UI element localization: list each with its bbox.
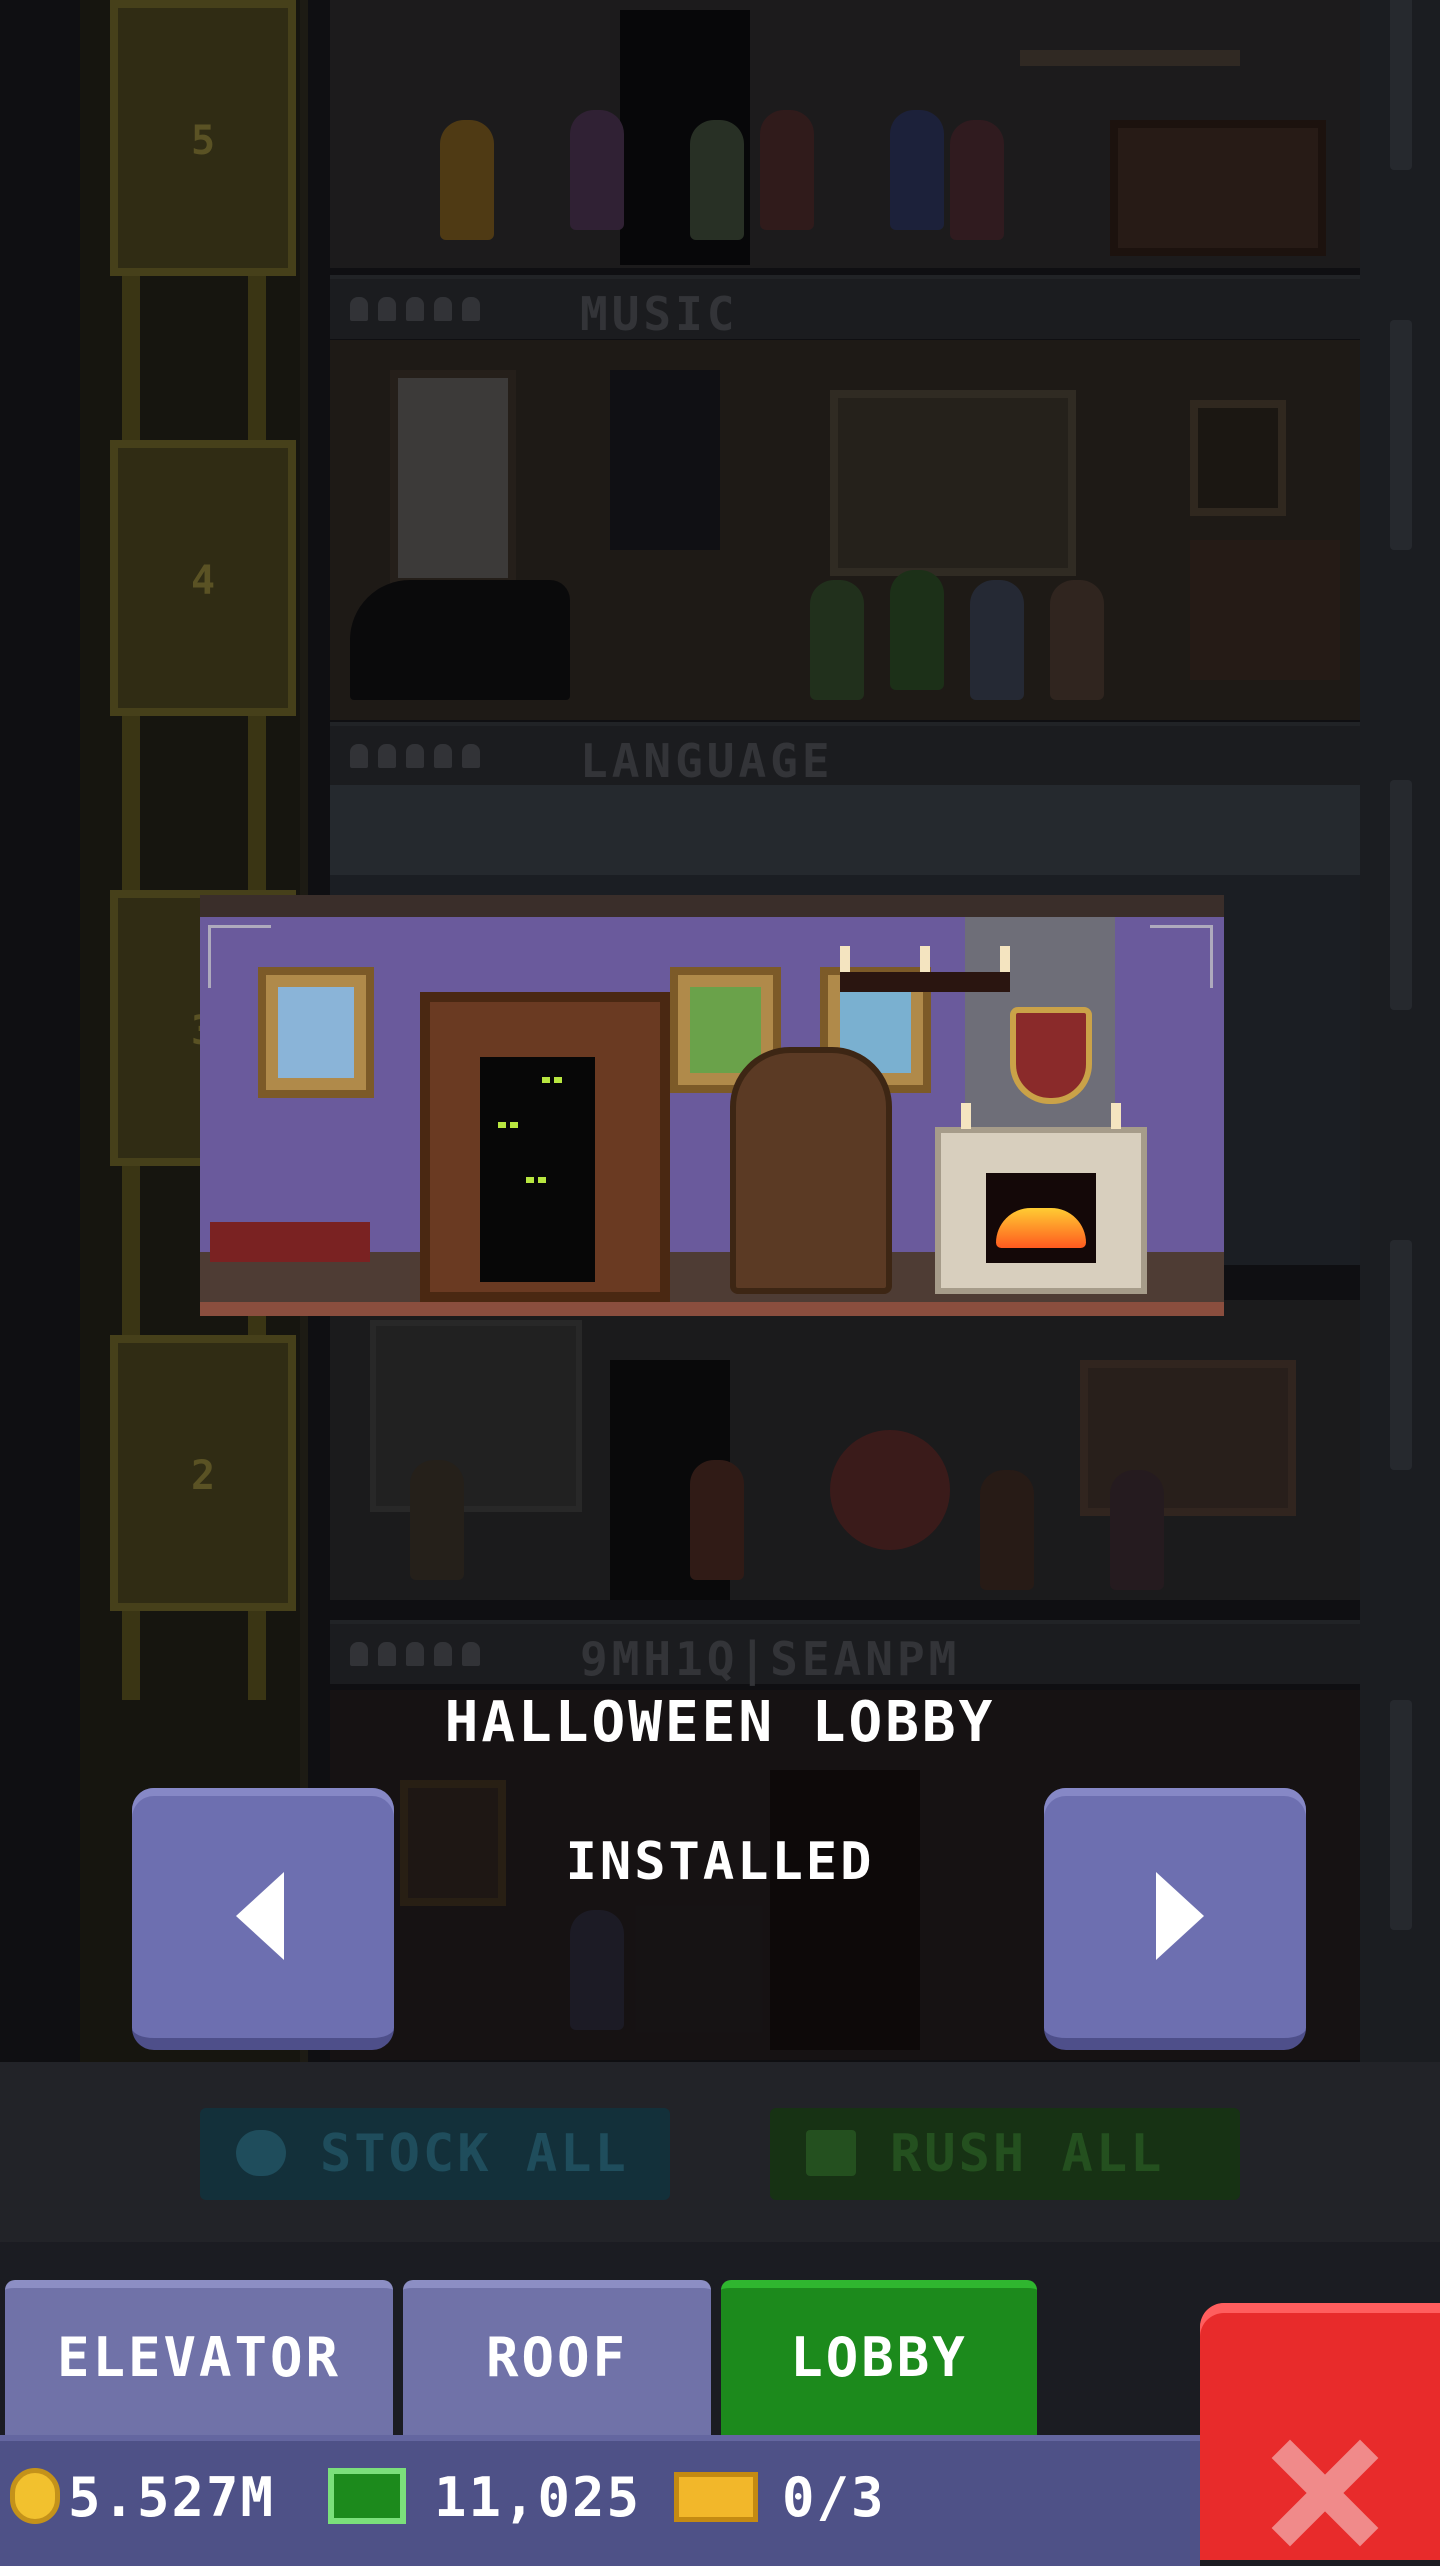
shelf xyxy=(370,1320,582,1512)
shelf xyxy=(1020,50,1240,66)
tab-label: ROOF xyxy=(485,2326,629,2389)
tv xyxy=(1110,120,1326,256)
lobby-preview xyxy=(200,895,1224,1316)
tab-roof[interactable]: ROOF xyxy=(403,2280,711,2435)
fireplace xyxy=(935,1103,1147,1294)
elevator-floor-marker: 4 xyxy=(110,440,296,716)
stock-all-button: STOCK ALL xyxy=(200,2108,670,2200)
previous-skin-button[interactable] xyxy=(132,1788,394,2050)
coins-amount: 5.527M xyxy=(68,2466,276,2529)
clock-icon xyxy=(236,2130,286,2176)
wall-slot xyxy=(1390,1240,1412,1470)
bitizen xyxy=(570,1910,624,2030)
window xyxy=(390,370,516,586)
bitizen xyxy=(570,110,624,230)
painting xyxy=(830,390,1076,576)
floor-name: 9MH1Q|SEANPM xyxy=(580,1632,961,1686)
wall-slot xyxy=(1390,0,1412,170)
occupancy-icon xyxy=(350,297,480,321)
floor-name: LANGUAGE xyxy=(580,734,834,788)
tickets-amount: 0/3 xyxy=(782,2466,886,2529)
elevator-floor-marker: 2 xyxy=(110,1335,296,1611)
arrow-left-icon xyxy=(236,1872,284,1960)
floor-label-bar: 9MH1Q|SEANPM xyxy=(330,1620,1360,1686)
bitizen xyxy=(1050,580,1104,700)
portrait-image xyxy=(278,987,354,1078)
elevator-floor-marker: 5 xyxy=(110,0,296,276)
glowing-eyes-icon xyxy=(542,1077,550,1083)
tab-lobby[interactable]: LOBBY xyxy=(721,2280,1037,2435)
bitizen xyxy=(890,110,944,230)
banner-strip xyxy=(330,785,1360,875)
candle-icon xyxy=(1000,946,1010,972)
glowing-eyes-icon xyxy=(498,1122,506,1128)
coffin xyxy=(730,1047,892,1294)
close-icon xyxy=(1271,2439,1379,2547)
candle-icon xyxy=(1111,1103,1121,1129)
glowing-eyes-icon xyxy=(526,1177,534,1183)
bux-amount: 11,025 xyxy=(434,2466,642,2529)
portrait-frame xyxy=(258,967,374,1098)
floor-room[interactable] xyxy=(330,1300,1360,1600)
tab-label: ELEVATOR xyxy=(56,2326,342,2389)
bux-icon xyxy=(806,2130,856,2176)
bitizen xyxy=(890,570,944,690)
cabinet xyxy=(1190,540,1340,680)
picture xyxy=(1190,400,1286,516)
glowing-eyes-icon xyxy=(538,1177,546,1183)
portrait-image xyxy=(690,987,761,1073)
side-table xyxy=(210,1222,370,1262)
floor-room[interactable] xyxy=(330,340,1360,720)
floor-room[interactable] xyxy=(330,0,1360,268)
bux-icon xyxy=(328,2468,406,2524)
decoration xyxy=(830,1430,950,1550)
shield-icon xyxy=(1010,1007,1092,1104)
floor-name: MUSIC xyxy=(580,287,739,341)
tab-label: LOBBY xyxy=(790,2326,968,2389)
occupancy-icon xyxy=(350,744,480,768)
bitizen xyxy=(760,110,814,230)
rush-all-button: RUSH ALL xyxy=(770,2108,1240,2200)
next-skin-button[interactable] xyxy=(1044,1788,1306,2050)
banner xyxy=(610,370,720,550)
tab-elevator[interactable]: ELEVATOR xyxy=(5,2280,393,2435)
arrow-right-icon xyxy=(1156,1872,1204,1960)
bitizen xyxy=(690,1460,744,1580)
golden-ticket-icon xyxy=(674,2472,758,2522)
currency-bar: 5.527M 11,025 0/3 xyxy=(0,2435,1200,2566)
room-doorway xyxy=(770,1770,920,2050)
cobweb-icon xyxy=(1150,925,1213,988)
bitizen xyxy=(690,120,744,240)
candle-icon xyxy=(920,946,930,972)
glowing-eyes-icon xyxy=(510,1122,518,1128)
candle-icon xyxy=(840,946,850,972)
candle-icon xyxy=(961,1103,971,1129)
bitizen xyxy=(810,580,864,700)
bitizen xyxy=(980,1470,1034,1590)
bitizen xyxy=(410,1460,464,1580)
door-darkness xyxy=(480,1057,595,1282)
piano xyxy=(350,580,570,700)
wall-slot xyxy=(1390,320,1412,550)
wall-slot xyxy=(1390,780,1412,1010)
close-button[interactable] xyxy=(1200,2303,1440,2560)
rush-all-label: RUSH ALL xyxy=(890,2124,1165,2184)
stock-all-label: STOCK ALL xyxy=(320,2124,629,2184)
bitizen xyxy=(440,120,494,240)
bitizen xyxy=(950,120,1004,240)
bitizen xyxy=(970,580,1024,700)
floor-label-bar: LANGUAGE xyxy=(330,722,1360,788)
bitizen xyxy=(1110,1470,1164,1590)
chandelier-icon xyxy=(840,946,1010,992)
occupancy-icon xyxy=(350,1642,480,1666)
skin-name: HALLOWEEN LOBBY xyxy=(444,1690,996,1755)
glowing-eyes-icon xyxy=(554,1077,562,1083)
coin-icon xyxy=(10,2468,60,2524)
floor-label-bar: MUSIC xyxy=(330,275,1360,341)
haunted-door xyxy=(420,992,670,1302)
